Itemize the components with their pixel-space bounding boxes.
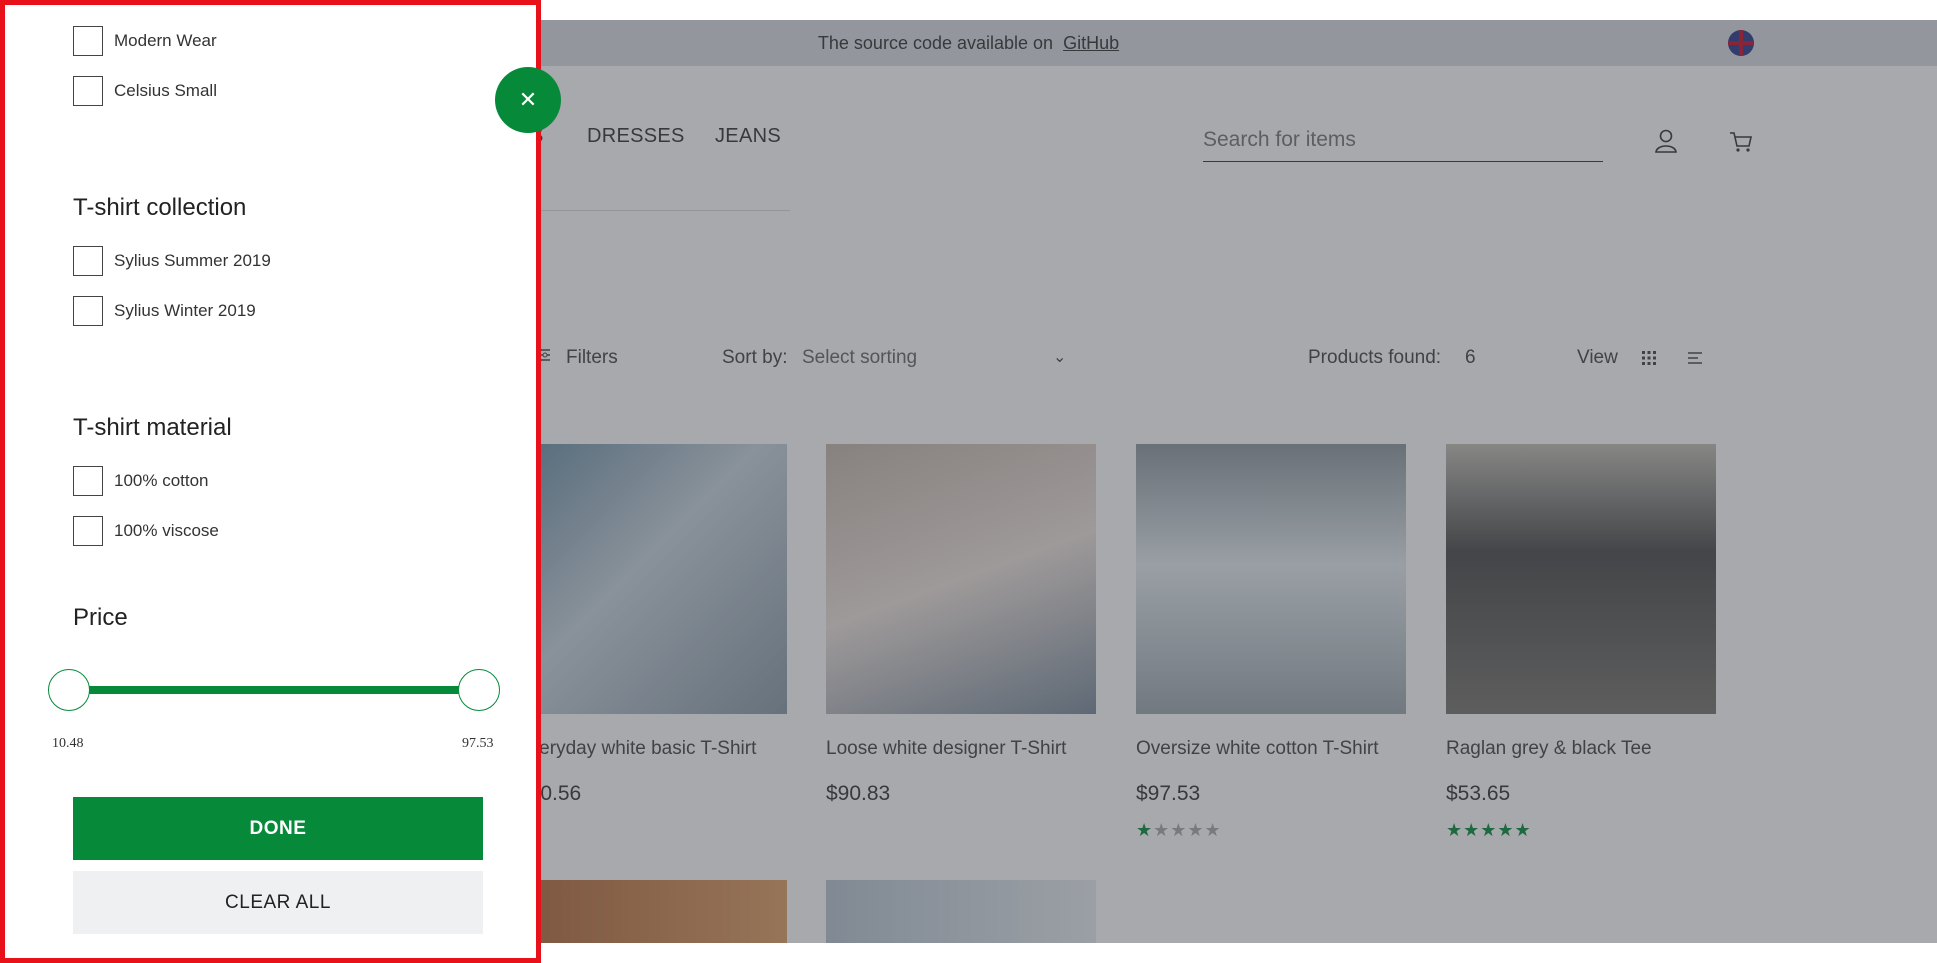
filter-option-label: Sylius Summer 2019 — [114, 251, 271, 270]
page: The source code available on GitHub S DR… — [0, 0, 1937, 963]
checkbox[interactable] — [73, 26, 103, 56]
checkbox[interactable] — [73, 296, 103, 326]
filter-option-cotton[interactable]: 100% cotton — [73, 466, 209, 496]
price-min-value: 10.48 — [52, 736, 84, 751]
filter-option-summer-2019[interactable]: Sylius Summer 2019 — [73, 246, 271, 276]
price-slider-track[interactable] — [73, 686, 483, 694]
filter-option-modern-wear[interactable]: Modern Wear — [73, 26, 217, 56]
close-icon: ✕ — [518, 87, 538, 112]
filter-option-winter-2019[interactable]: Sylius Winter 2019 — [73, 296, 256, 326]
price-slider-max-handle[interactable] — [458, 669, 500, 711]
checkbox[interactable] — [73, 246, 103, 276]
filter-option-label: Modern Wear — [114, 31, 217, 50]
material-heading: T-shirt material — [73, 414, 232, 441]
close-filters-button[interactable]: ✕ — [495, 67, 561, 133]
filter-option-viscose[interactable]: 100% viscose — [73, 516, 219, 546]
price-slider-min-handle[interactable] — [48, 669, 90, 711]
checkbox[interactable] — [73, 516, 103, 546]
filter-option-label: Sylius Winter 2019 — [114, 301, 256, 320]
checkbox[interactable] — [73, 76, 103, 106]
filter-panel: Modern Wear Celsius Small T-shirt collec… — [0, 0, 541, 963]
clear-all-button[interactable]: CLEAR ALL — [73, 871, 483, 934]
filter-option-label: Celsius Small — [114, 81, 217, 100]
done-button[interactable]: DONE — [73, 797, 483, 860]
collection-heading: T-shirt collection — [73, 194, 247, 221]
price-max-value: 97.53 — [462, 736, 494, 751]
filter-option-label: 100% cotton — [114, 471, 209, 490]
checkbox[interactable] — [73, 466, 103, 496]
filter-option-celsius-small[interactable]: Celsius Small — [73, 76, 217, 106]
filter-option-label: 100% viscose — [114, 521, 219, 540]
price-heading: Price — [73, 604, 128, 631]
